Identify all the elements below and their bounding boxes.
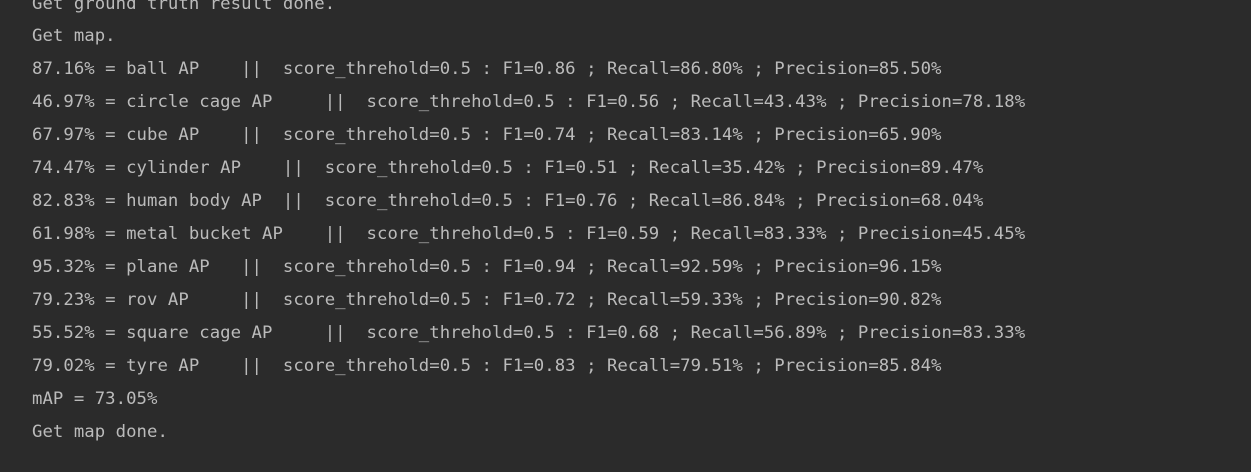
console-line-get-map-done: Get map done.: [32, 422, 168, 442]
console-line-get-map: Get map.: [32, 26, 116, 46]
console-line-metal-bucket: 61.98% = metal bucket AP || score_threho…: [32, 224, 1026, 244]
console-line-ground-truth-done: Get ground truth result done.: [32, 0, 336, 14]
console-line-ball: 87.16% = ball AP || score_threhold=0.5 :…: [32, 59, 942, 79]
console-line-circle-cage: 46.97% = circle cage AP || score_threhol…: [32, 92, 1026, 112]
console-line-map-total: mAP = 73.05%: [32, 389, 158, 409]
console-line-square-cage: 55.52% = square cage AP || score_threhol…: [32, 323, 1026, 343]
console-line-plane: 95.32% = plane AP || score_threhold=0.5 …: [32, 257, 942, 277]
console-line-cylinder: 74.47% = cylinder AP || score_threhold=0…: [32, 158, 984, 178]
console-line-rov: 79.23% = rov AP || score_threhold=0.5 : …: [32, 290, 942, 310]
console-output[interactable]: Get ground truth result done. Get map. 8…: [0, 0, 1251, 468]
console-line-tyre: 79.02% = tyre AP || score_threhold=0.5 :…: [32, 356, 942, 376]
console-line-cube: 67.97% = cube AP || score_threhold=0.5 :…: [32, 125, 942, 145]
console-line-human-body: 82.83% = human body AP || score_threhold…: [32, 191, 984, 211]
